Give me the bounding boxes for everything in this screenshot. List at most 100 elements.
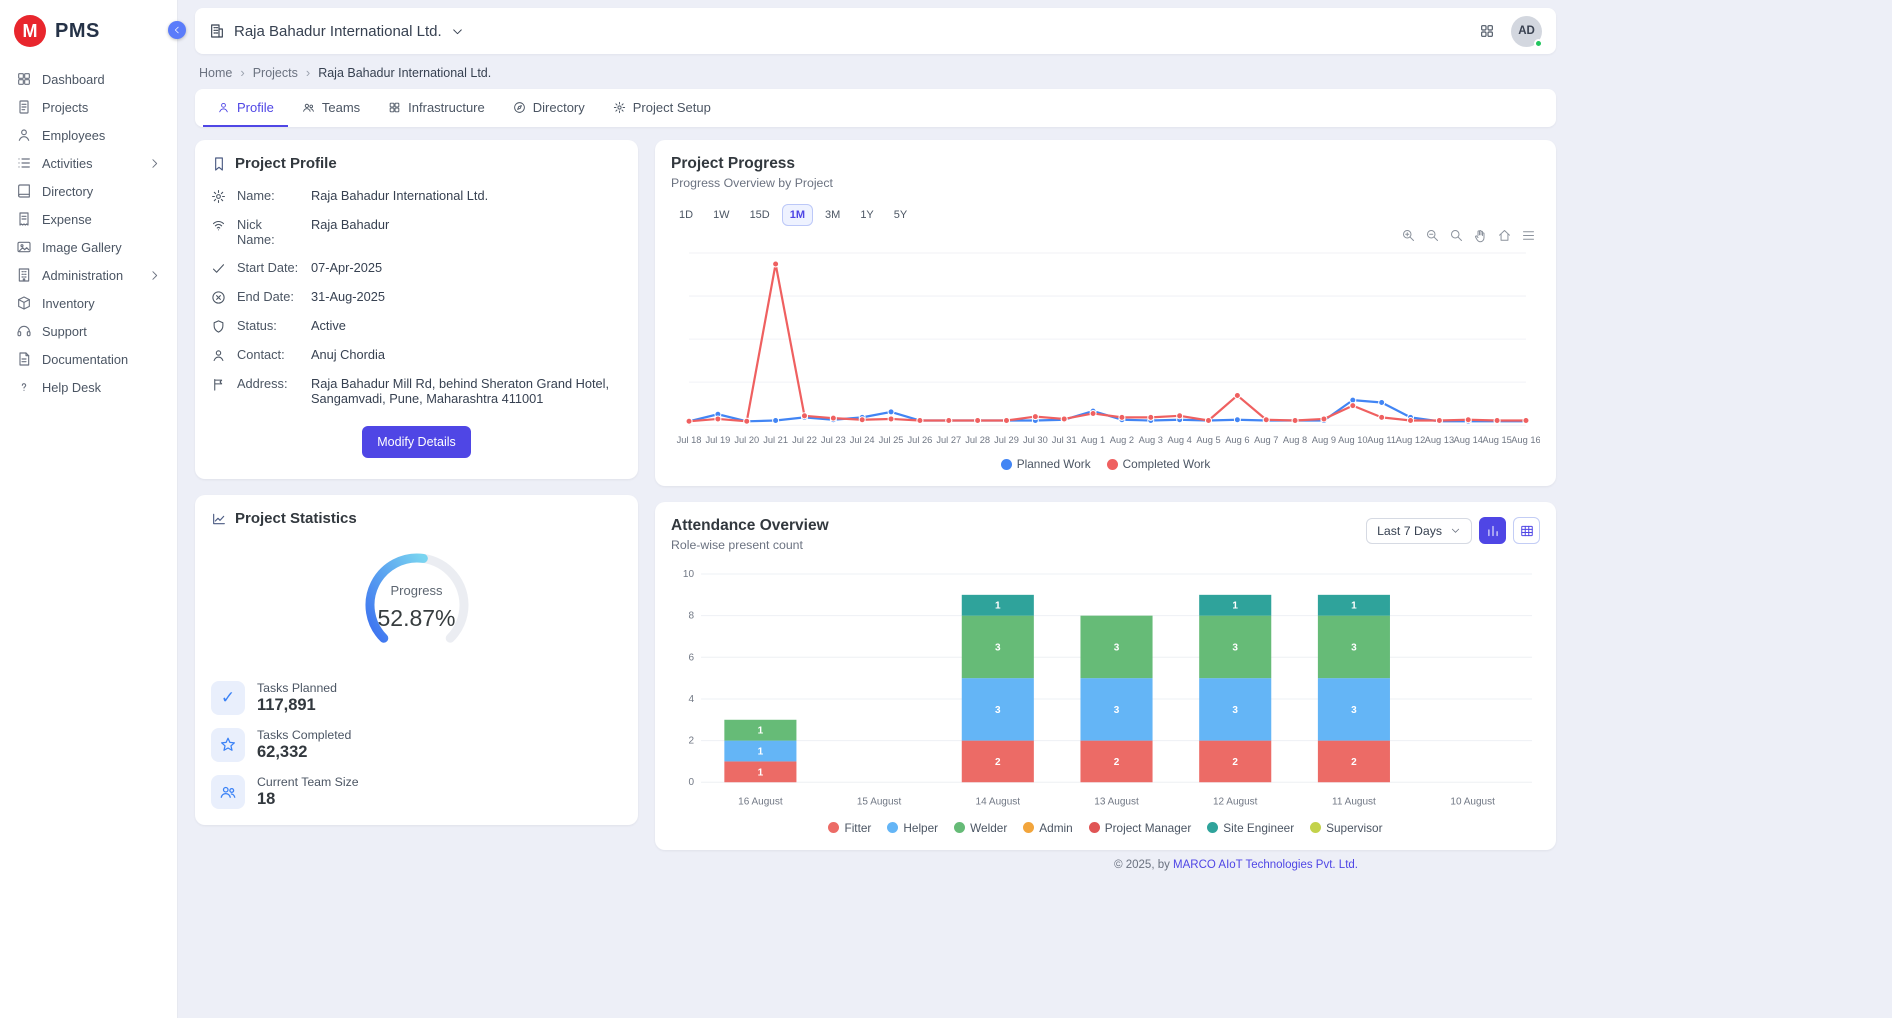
tab-label: Profile <box>237 100 274 115</box>
date-range-select[interactable]: Last 7 Days <box>1366 518 1472 544</box>
range-5y-button[interactable]: 5Y <box>886 204 915 226</box>
svg-text:Aug 14: Aug 14 <box>1454 435 1483 445</box>
legend-dot <box>1207 822 1218 833</box>
gauge-label: Progress <box>317 583 517 598</box>
online-status-dot <box>1534 39 1543 48</box>
svg-text:Jul 18: Jul 18 <box>677 435 702 445</box>
breadcrumb-projects[interactable]: Projects <box>253 66 298 80</box>
pan-button[interactable] <box>1473 228 1488 243</box>
table-view-button[interactable] <box>1513 517 1540 544</box>
reset-zoom-button[interactable] <box>1497 228 1512 243</box>
breadcrumb-current: Raja Bahadur International Ltd. <box>318 66 491 80</box>
sidebar-item-administration[interactable]: Administration <box>0 261 177 289</box>
progress-line-chart: Jul 18Jul 19Jul 20Jul 21Jul 22Jul 23Jul … <box>671 239 1540 451</box>
sidebar-item-label: Image Gallery <box>42 240 122 255</box>
company-selector[interactable]: Raja Bahadur International Ltd. <box>209 23 464 40</box>
tab-directory[interactable]: Directory <box>499 89 599 127</box>
svg-text:2: 2 <box>1351 757 1357 768</box>
breadcrumb-separator: › <box>240 65 244 80</box>
legend-item[interactable]: Site Engineer <box>1207 821 1294 835</box>
stat-tasks-completed: Tasks Completed 62,332 <box>211 728 622 762</box>
card-subtitle: Role-wise present count <box>671 538 829 552</box>
sidebar-item-expense[interactable]: Expense <box>0 205 177 233</box>
project-statistics-card: Project Statistics Progress 52.87% ✓ Ta <box>195 495 638 825</box>
avatar[interactable]: AD <box>1511 16 1542 47</box>
building-icon <box>16 267 32 283</box>
svg-text:Jul 20: Jul 20 <box>734 435 759 445</box>
projects-icon <box>16 99 32 115</box>
range-1d-button[interactable]: 1D <box>671 204 701 226</box>
legend-label: Project Manager <box>1105 821 1192 835</box>
legend-item[interactable]: Completed Work <box>1107 457 1211 471</box>
tab-profile[interactable]: Profile <box>203 89 288 127</box>
sidebar-item-support[interactable]: Support <box>0 317 177 345</box>
compass-icon <box>513 101 526 114</box>
sidebar-item-employees[interactable]: Employees <box>0 121 177 149</box>
sidebar-item-inventory[interactable]: Inventory <box>0 289 177 317</box>
legend-item[interactable]: Helper <box>887 821 938 835</box>
sidebar-item-help-desk[interactable]: Help Desk <box>0 373 177 401</box>
legend-item[interactable]: Project Manager <box>1089 821 1192 835</box>
stat-team-size: Current Team Size 18 <box>211 775 622 809</box>
legend-item[interactable]: Fitter <box>828 821 871 835</box>
user-icon <box>217 101 230 114</box>
range-15d-button[interactable]: 15D <box>742 204 778 226</box>
svg-text:Jul 19: Jul 19 <box>705 435 730 445</box>
svg-text:1: 1 <box>1351 601 1357 612</box>
zoom-out-button[interactable] <box>1425 228 1440 243</box>
svg-text:Aug 1: Aug 1 <box>1081 435 1105 445</box>
footer-text: © 2025, by <box>1114 859 1173 871</box>
selection-zoom-button[interactable] <box>1449 228 1464 243</box>
footer-link[interactable]: MARCO AIoT Technologies Pvt. Ltd. <box>1173 859 1358 871</box>
sidebar-item-documentation[interactable]: Documentation <box>0 345 177 373</box>
svg-text:2: 2 <box>1114 757 1120 768</box>
range-1y-button[interactable]: 1Y <box>852 204 881 226</box>
legend-item[interactable]: Planned Work <box>1001 457 1091 471</box>
zoom-in-button[interactable] <box>1401 228 1416 243</box>
avatar-initials: AD <box>1518 25 1535 37</box>
project-progress-card: Project Progress Progress Overview by Pr… <box>655 140 1556 486</box>
table-icon <box>1520 524 1534 538</box>
breadcrumb-home[interactable]: Home <box>199 66 232 80</box>
tab-teams[interactable]: Teams <box>288 89 374 127</box>
tab-infrastructure[interactable]: Infrastructure <box>374 89 499 127</box>
svg-text:10 August: 10 August <box>1450 797 1495 808</box>
app-root: M PMS Dashboard Projects Employees Activ… <box>0 0 1892 1018</box>
sidebar-item-image-gallery[interactable]: Image Gallery <box>0 233 177 261</box>
svg-text:Jul 22: Jul 22 <box>792 435 817 445</box>
stat-value: 117,891 <box>257 696 337 715</box>
svg-text:Aug 5: Aug 5 <box>1196 435 1220 445</box>
legend-item[interactable]: Supervisor <box>1310 821 1382 835</box>
svg-text:2: 2 <box>688 736 694 747</box>
tab-project-setup[interactable]: Project Setup <box>599 89 725 127</box>
range-1m-button[interactable]: 1M <box>782 204 813 226</box>
team-icon <box>211 775 245 809</box>
footer: © 2025, by MARCO AIoT Technologies Pvt. … <box>195 850 1556 881</box>
sidebar-item-activities[interactable]: Activities <box>0 149 177 177</box>
apps-grid-button[interactable] <box>1479 23 1495 39</box>
sidebar-item-dashboard[interactable]: Dashboard <box>0 65 177 93</box>
receipt-icon <box>16 211 32 227</box>
progress-line-svg[interactable]: Jul 18Jul 19Jul 20Jul 21Jul 22Jul 23Jul … <box>671 239 1540 451</box>
book-icon <box>16 183 32 199</box>
legend-item[interactable]: Admin <box>1023 821 1072 835</box>
sidebar-collapse-button[interactable] <box>168 21 186 39</box>
modify-details-button[interactable]: Modify Details <box>362 426 471 458</box>
legend-dot <box>1001 459 1012 470</box>
zoom-in-icon <box>1401 228 1416 243</box>
range-1w-button[interactable]: 1W <box>705 204 738 226</box>
legend-item[interactable]: Welder <box>954 821 1007 835</box>
gear-icon <box>613 101 626 114</box>
chart-menu-button[interactable] <box>1521 228 1536 243</box>
sidebar-item-directory[interactable]: Directory <box>0 177 177 205</box>
tabbar: Profile Teams Infrastructure Directory P… <box>195 89 1556 127</box>
bar-view-button[interactable] <box>1479 517 1506 544</box>
user-icon <box>211 348 226 363</box>
sidebar-item-projects[interactable]: Projects <box>0 93 177 121</box>
svg-text:3: 3 <box>995 705 1001 716</box>
x-circle-icon <box>211 290 226 305</box>
progress-legend: Planned Work Completed Work <box>671 457 1540 471</box>
logo: M PMS <box>0 0 177 63</box>
range-3m-button[interactable]: 3M <box>817 204 848 226</box>
gear-icon <box>211 189 226 204</box>
